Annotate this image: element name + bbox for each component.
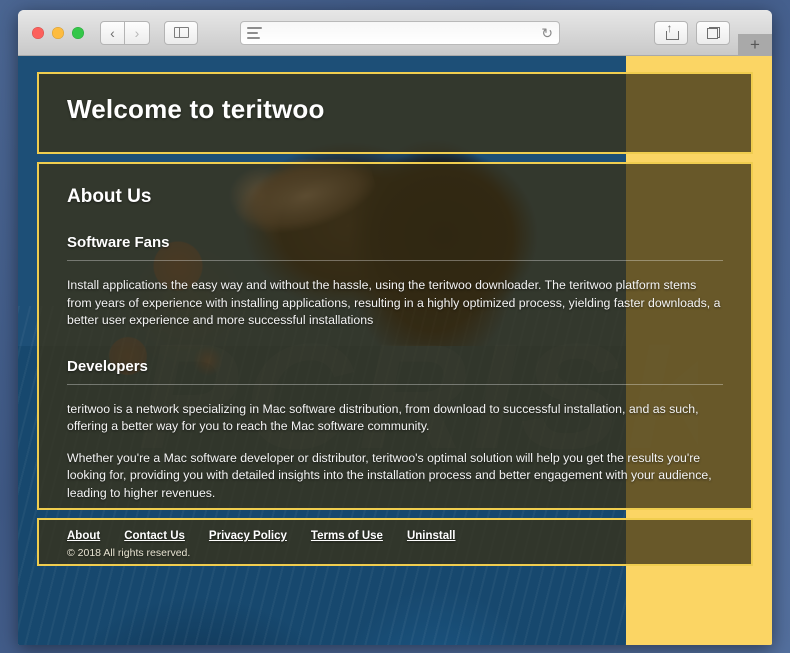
section-subheading: Software Fans — [67, 234, 723, 261]
back-button[interactable]: ‹ — [100, 20, 125, 45]
footer-link-contact-us[interactable]: Contact Us — [124, 530, 185, 542]
footer-link-uninstall[interactable]: Uninstall — [407, 530, 456, 542]
maximize-window-button[interactable] — [72, 26, 84, 39]
sidebar-icon — [173, 27, 189, 38]
reload-icon[interactable]: ↻ — [541, 26, 553, 40]
footer-link-about[interactable]: About — [67, 530, 100, 542]
footer-link-privacy-policy[interactable]: Privacy Policy — [209, 530, 287, 542]
section-paragraph: Whether you're a Mac software developer … — [67, 450, 712, 500]
about-panel: About Us Software Fans Install applicati… — [37, 162, 753, 510]
browser-window: ‹ › ↻ + PCRISK Welcome to teri — [18, 10, 772, 645]
show-tabs-button[interactable] — [696, 21, 730, 45]
browser-titlebar: ‹ › ↻ + — [18, 10, 772, 56]
section-subheading: Developers — [67, 358, 723, 385]
page-viewport: PCRISK Welcome to teritwoo About Us Soft… — [18, 56, 772, 645]
page-title: Welcome to teritwoo — [67, 94, 325, 124]
sidebar-toggle-button[interactable] — [164, 20, 198, 45]
copyright-text: © 2018 All rights reserved. — [67, 547, 191, 559]
window-traffic-lights — [32, 26, 84, 39]
footer-links: About Contact Us Privacy Policy Terms of… — [67, 530, 723, 542]
new-tab-button[interactable]: + — [738, 34, 772, 56]
minimize-window-button[interactable] — [52, 26, 64, 39]
footer-link-terms-of-use[interactable]: Terms of Use — [311, 530, 383, 542]
navigation-buttons: ‹ › — [100, 20, 150, 45]
reader-icon[interactable] — [247, 27, 262, 39]
section-paragraph: Install applications the easy way and wi… — [67, 278, 721, 327]
share-button[interactable] — [654, 21, 688, 45]
footer-panel: About Contact Us Privacy Policy Terms of… — [37, 518, 753, 566]
tabs-icon — [706, 27, 720, 39]
hero-panel: Welcome to teritwoo — [37, 72, 753, 154]
section-paragraph: teritwoo is a network specializing in Ma… — [67, 401, 699, 434]
section-developers: Developers teritwoo is a network special… — [67, 358, 723, 503]
close-window-button[interactable] — [32, 26, 44, 39]
about-heading: About Us — [67, 186, 152, 207]
toolbar-right-buttons — [654, 21, 730, 45]
share-icon — [665, 21, 679, 40]
forward-button[interactable]: › — [125, 20, 150, 45]
section-software-fans: Software Fans Install applications the e… — [67, 234, 723, 330]
address-bar[interactable]: ↻ — [240, 21, 560, 45]
